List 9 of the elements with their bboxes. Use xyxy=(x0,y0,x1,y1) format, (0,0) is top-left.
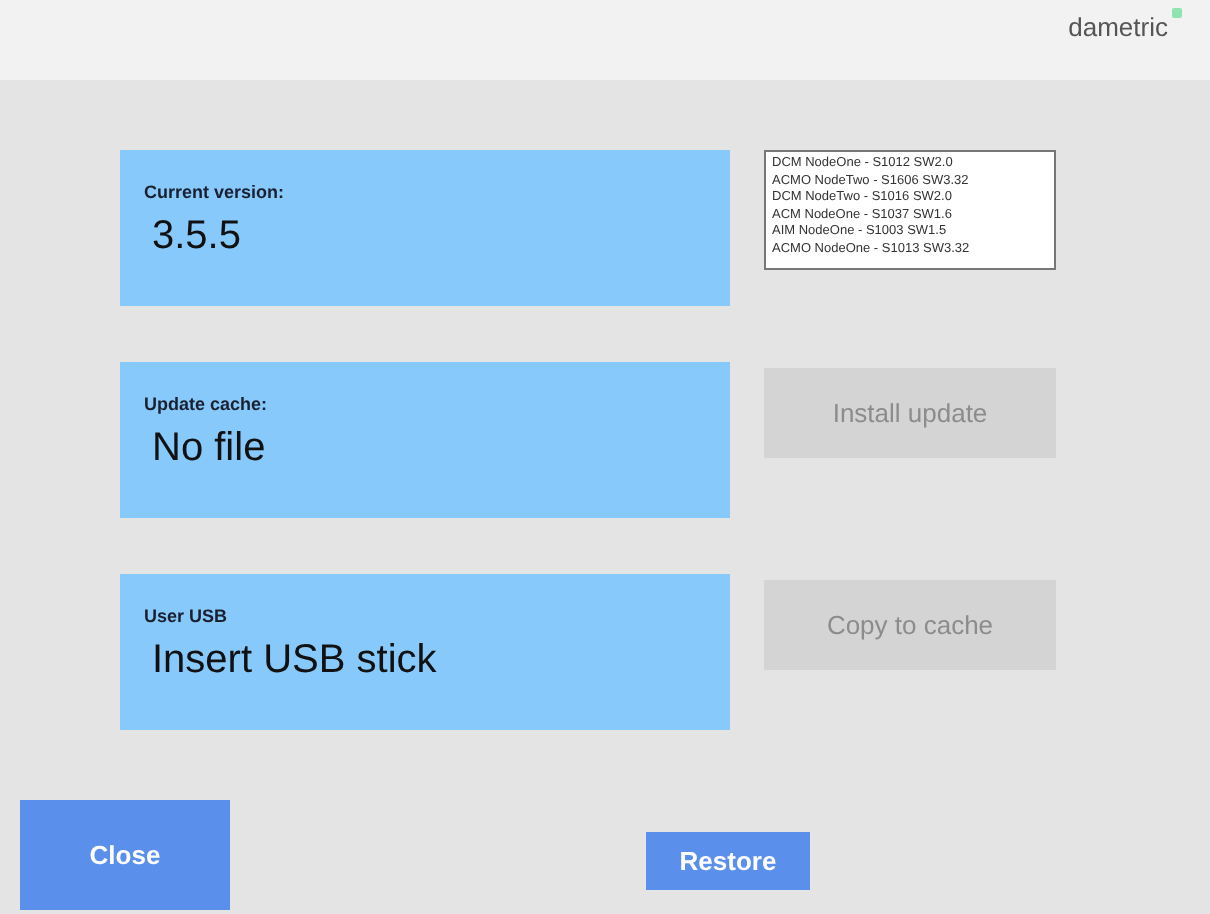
panel-value: No file xyxy=(150,426,268,472)
panel-value: Insert USB stick xyxy=(150,638,439,684)
close-button[interactable]: Close xyxy=(20,800,230,910)
panel-label: Current version: xyxy=(144,182,287,202)
brand-logo: dametric xyxy=(1068,8,1182,44)
panel-label: User USB xyxy=(144,606,230,626)
panel-value: 3.5.5 xyxy=(150,214,243,260)
panel-label: Update cache: xyxy=(144,394,270,414)
restore-button[interactable]: Restore xyxy=(646,832,810,890)
